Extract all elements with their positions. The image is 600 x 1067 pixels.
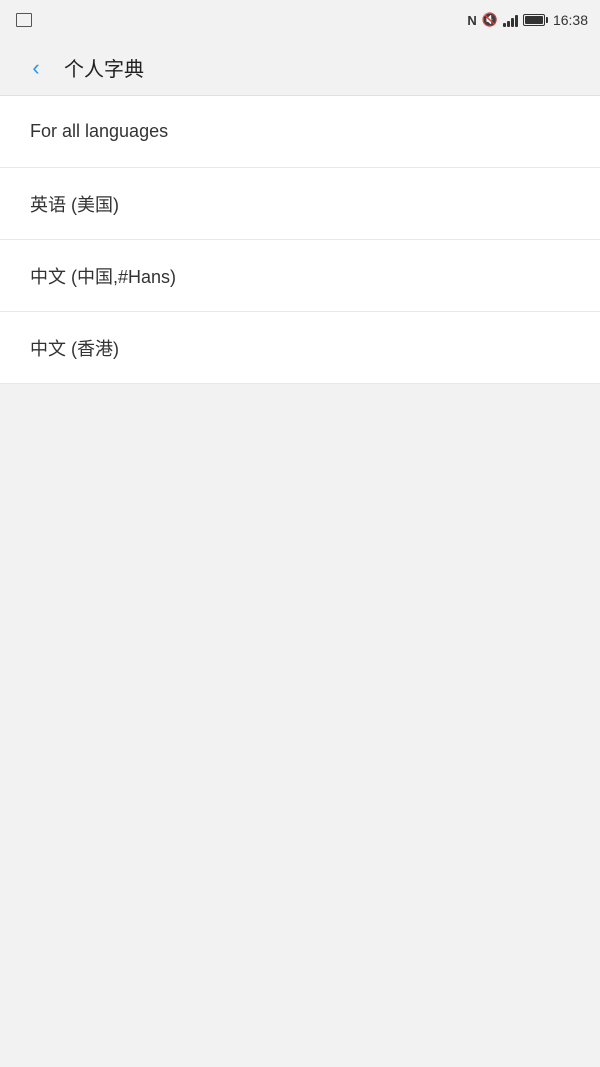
status-bar-left (12, 13, 461, 27)
list-item-chinese-hk[interactable]: 中文 (香港) (0, 312, 600, 384)
mute-icon: 🔇 (482, 12, 498, 28)
list-item-label-chinese-hans: 中文 (中国,#Hans) (30, 263, 176, 289)
list-item-chinese-hans[interactable]: 中文 (中国,#Hans) (0, 240, 600, 312)
back-button[interactable]: ‹ (16, 48, 56, 88)
language-list: For all languages 英语 (美国) 中文 (中国,#Hans) 中文 … (0, 96, 600, 384)
list-item-all-languages[interactable]: For all languages (0, 96, 600, 168)
status-bar-right: N 🔇 16:38 (467, 12, 588, 28)
bottom-area (0, 384, 600, 984)
app-bar: ‹ 个人字典 (0, 40, 600, 96)
status-time: 16:38 (553, 12, 588, 28)
list-item-label-english-us: 英语 (美国) (30, 191, 119, 217)
nfc-icon: N (467, 13, 476, 28)
gallery-icon (16, 13, 32, 27)
list-item-english-us[interactable]: 英语 (美国) (0, 168, 600, 240)
status-bar: N 🔇 16:38 (0, 0, 600, 40)
list-item-label-chinese-hk: 中文 (香港) (30, 335, 119, 361)
list-item-label-all-languages: For all languages (30, 121, 168, 142)
back-icon: ‹ (32, 55, 39, 81)
signal-bars-icon (503, 13, 518, 27)
battery-icon (523, 14, 548, 26)
page-title: 个人字典 (64, 53, 144, 82)
